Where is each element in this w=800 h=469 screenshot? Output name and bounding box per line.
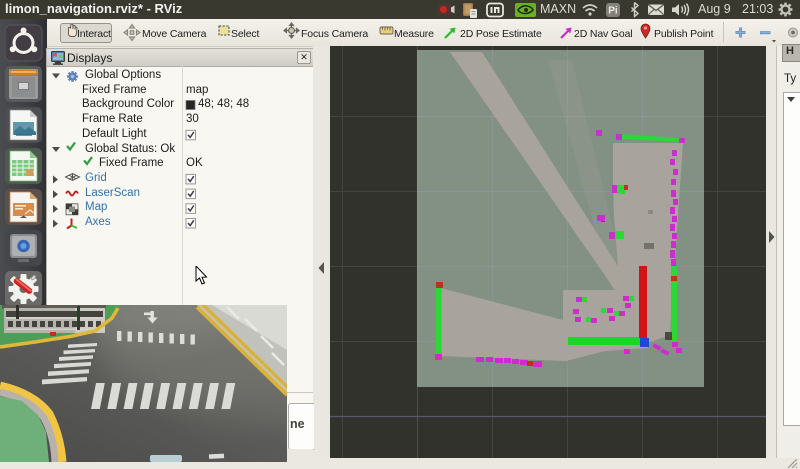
svg-text:Pi: Pi: [608, 6, 618, 17]
